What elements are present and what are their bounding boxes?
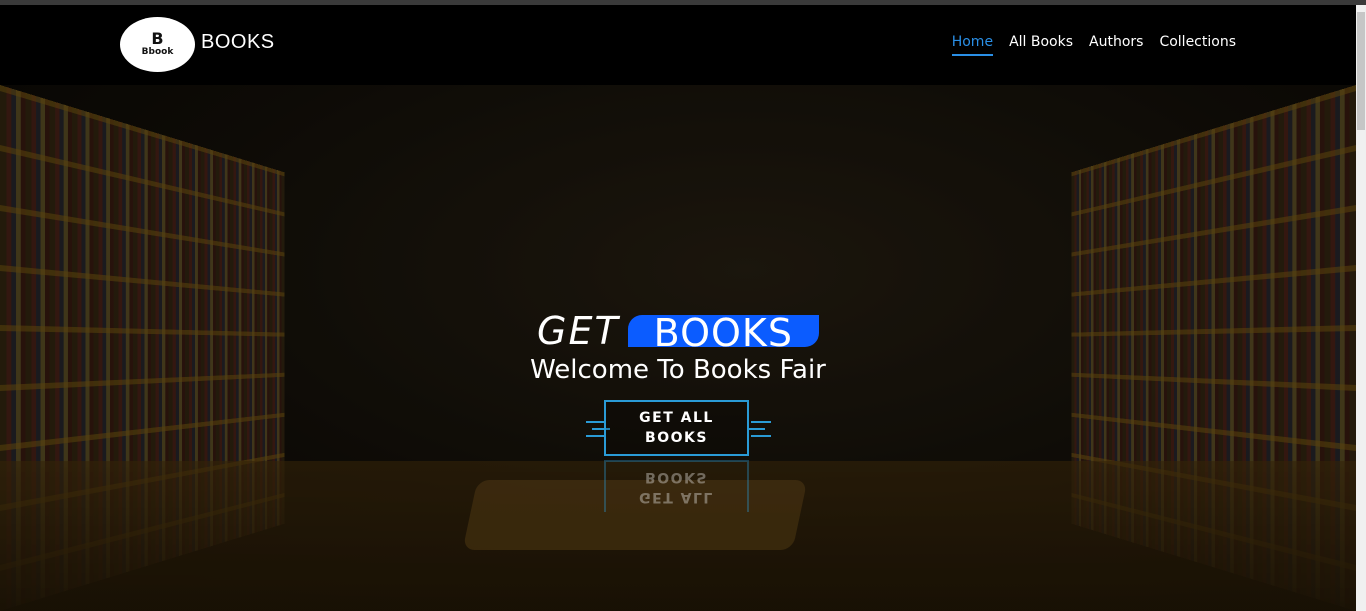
- nav-collections-link[interactable]: Collections: [1159, 34, 1236, 56]
- reflection-line-1: GET ALL: [639, 489, 714, 505]
- nav-home-link[interactable]: Home: [951, 34, 994, 56]
- hero-title-get: GET: [537, 309, 620, 353]
- hero-subtitle: Welcome To Books Fair: [530, 355, 826, 385]
- cta-line-2: BOOKS: [645, 430, 708, 446]
- cta-line-1: GET ALL: [639, 410, 714, 426]
- nav-authors-link[interactable]: Authors: [1089, 34, 1143, 56]
- reflection-line-2: BOOKS: [645, 469, 708, 485]
- button-lines-right-decoration: [747, 421, 771, 439]
- logo[interactable]: B Bbook: [120, 17, 195, 72]
- brand-name[interactable]: BOOKS: [201, 31, 275, 54]
- main-nav: Home All Books Authors Collections: [951, 34, 1236, 56]
- logo-text: Bbook: [141, 46, 174, 57]
- hero-title-books-highlight: BOOKS: [627, 311, 819, 355]
- hero-title-books: BOOKS: [653, 311, 793, 355]
- navbar: B Bbook BOOKS Home All Books Authors Col…: [0, 5, 1366, 85]
- get-all-books-button[interactable]: GET ALL BOOKS: [604, 400, 749, 456]
- get-all-books-button-label: GET ALL BOOKS: [639, 408, 714, 448]
- scrollbar-thumb[interactable]: [1357, 12, 1365, 130]
- hero-title: GET BOOKS: [537, 309, 819, 355]
- hero-section: GET BOOKS Welcome To Books Fair GET ALL …: [0, 85, 1356, 611]
- logo-mark: B: [151, 28, 164, 48]
- nav-all-books-link[interactable]: All Books: [1009, 34, 1073, 56]
- button-reflection: GET ALL BOOKS: [604, 460, 749, 512]
- page-scrollbar[interactable]: [1356, 5, 1366, 611]
